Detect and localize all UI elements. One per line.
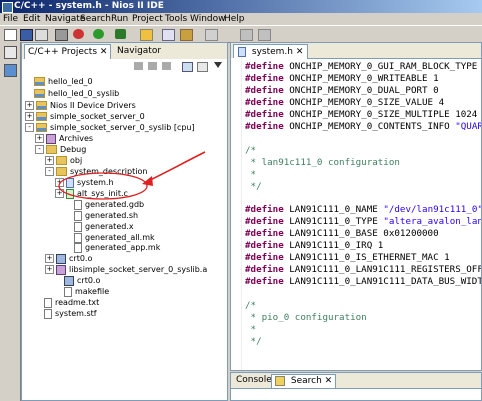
- tab-console[interactable]: Console: [233, 374, 275, 387]
- comment-text: */: [245, 180, 262, 192]
- code-text: ONCHIP_MEMORY_0_SIZE_VALUE 4: [283, 96, 445, 108]
- keyword: #define: [245, 264, 284, 276]
- code-line: #define LAN91C111_0_TYPE "altera_avalon_…: [245, 216, 482, 228]
- code-line: #define ONCHIP_MEMORY_0_DUAL_PORT 0: [245, 85, 439, 96]
- editor-tabs: system.h ✕: [231, 43, 481, 59]
- comment-text: *: [245, 168, 257, 180]
- code-line: #define LAN91C111_0_LAN91C111_DATA_BUS_W…: [245, 276, 482, 288]
- keyword: #define: [245, 61, 284, 72]
- tab-search-label: Search: [290, 376, 322, 386]
- code-line: */: [245, 336, 262, 347]
- string-literal: "QUAR: [455, 120, 482, 132]
- code-line: /*: [245, 300, 256, 311]
- code-text: LAN91C111_0_LAN91C111_REGISTERS_OFF: [283, 264, 482, 276]
- keyword: #define: [245, 204, 284, 216]
- code-line: #define LAN91C111_0_LAN91C111_REGISTERS_…: [245, 264, 482, 276]
- keyword: #define: [245, 108, 284, 120]
- annotation-arrow-line: [147, 151, 206, 182]
- editor-panel: system.h ✕ #define ONCHIP_MEMORY_0_GUI_R…: [230, 42, 482, 371]
- code-text: LAN91C111_0_LAN91C111_DATA_BUS_WIDT: [283, 276, 482, 288]
- code-line: #define LAN91C111_0_IRQ 1: [245, 240, 383, 251]
- editor-tab-label: system.h: [251, 47, 293, 57]
- string-literal: "/dev/lan91c111_0": [383, 204, 482, 216]
- highlight-ellipse: [58, 172, 148, 200]
- code-line: #define LAN91C111_0_NAME "/dev/lan91c111…: [245, 204, 482, 216]
- code-line: #define ONCHIP_MEMORY_0_GUI_RAM_BLOCK_TY…: [245, 61, 477, 72]
- comment-text: * pio_0 configuration: [245, 311, 367, 323]
- string-literal: "altera_avalon_lan: [383, 216, 482, 228]
- code-text: ONCHIP_MEMORY_0_SIZE_MULTIPLE 1024: [283, 108, 478, 120]
- code-line: #define ONCHIP_MEMORY_0_WRITEABLE 1: [245, 73, 439, 84]
- tab-system-h[interactable]: system.h ✕: [233, 44, 309, 59]
- keyword: #define: [245, 96, 284, 108]
- code-text: LAN91C111_0_IS_ETHERNET_MAC 1: [283, 252, 450, 264]
- comment-text: /*: [245, 144, 257, 156]
- code-text: LAN91C111_0_BASE 0x01200000: [283, 228, 439, 240]
- code-line: * pio_0 configuration: [245, 312, 367, 323]
- bottom-panel: Console Search ✕: [230, 372, 482, 401]
- keyword: #define: [245, 228, 284, 240]
- code-line: #define LAN91C111_0_IS_ETHERNET_MAC 1: [245, 252, 450, 263]
- keyword: #define: [245, 216, 284, 228]
- code-line: * lan91c111_0 configuration: [245, 157, 400, 168]
- keyword: #define: [245, 120, 284, 132]
- code-text: ONCHIP_MEMORY_0_CONTENTS_INFO: [283, 120, 456, 132]
- code-text: LAN91C111_0_TYPE: [283, 216, 384, 228]
- close-icon[interactable]: ✕: [325, 376, 333, 386]
- code-line: *: [245, 168, 257, 180]
- keyword: #define: [245, 252, 284, 264]
- close-icon[interactable]: ✕: [296, 47, 304, 57]
- comment-text: /*: [245, 300, 257, 311]
- search-icon: [275, 375, 285, 386]
- keyword: #define: [245, 72, 284, 84]
- bottom-tabs: Console Search ✕: [231, 373, 481, 389]
- code-line: */: [245, 181, 262, 192]
- comment-text: * lan91c111_0 configuration: [245, 156, 400, 168]
- editor-ruler: [231, 58, 242, 370]
- code-line: #define ONCHIP_MEMORY_0_SIZE_VALUE 4: [245, 97, 444, 108]
- code-line: /*: [245, 145, 256, 156]
- code-text: LAN91C111_0_IRQ 1: [283, 240, 384, 252]
- tab-console-label: Console: [236, 375, 272, 385]
- tab-search[interactable]: Search ✕: [271, 374, 337, 388]
- code-line: #define ONCHIP_MEMORY_0_SIZE_MULTIPLE 10…: [245, 109, 477, 120]
- code-text: ONCHIP_MEMORY_0_WRITEABLE 1: [283, 72, 439, 84]
- code-text: LAN91C111_0_NAME: [283, 204, 384, 216]
- code-text: ONCHIP_MEMORY_0_DUAL_PORT 0: [283, 84, 439, 96]
- code-line: *: [245, 323, 257, 335]
- code-text: ONCHIP_MEMORY_0_GUI_RAM_BLOCK_TYPE: [283, 61, 478, 72]
- header-file-icon: [238, 46, 246, 57]
- code-line: #define ONCHIP_MEMORY_0_CONTENTS_INFO "Q…: [245, 120, 482, 132]
- code-line: #define LAN91C111_0_BASE 0x01200000: [245, 228, 439, 239]
- comment-text: */: [245, 335, 262, 347]
- keyword: #define: [245, 276, 284, 288]
- keyword: #define: [245, 240, 284, 252]
- keyword: #define: [245, 84, 284, 96]
- comment-text: *: [245, 323, 257, 335]
